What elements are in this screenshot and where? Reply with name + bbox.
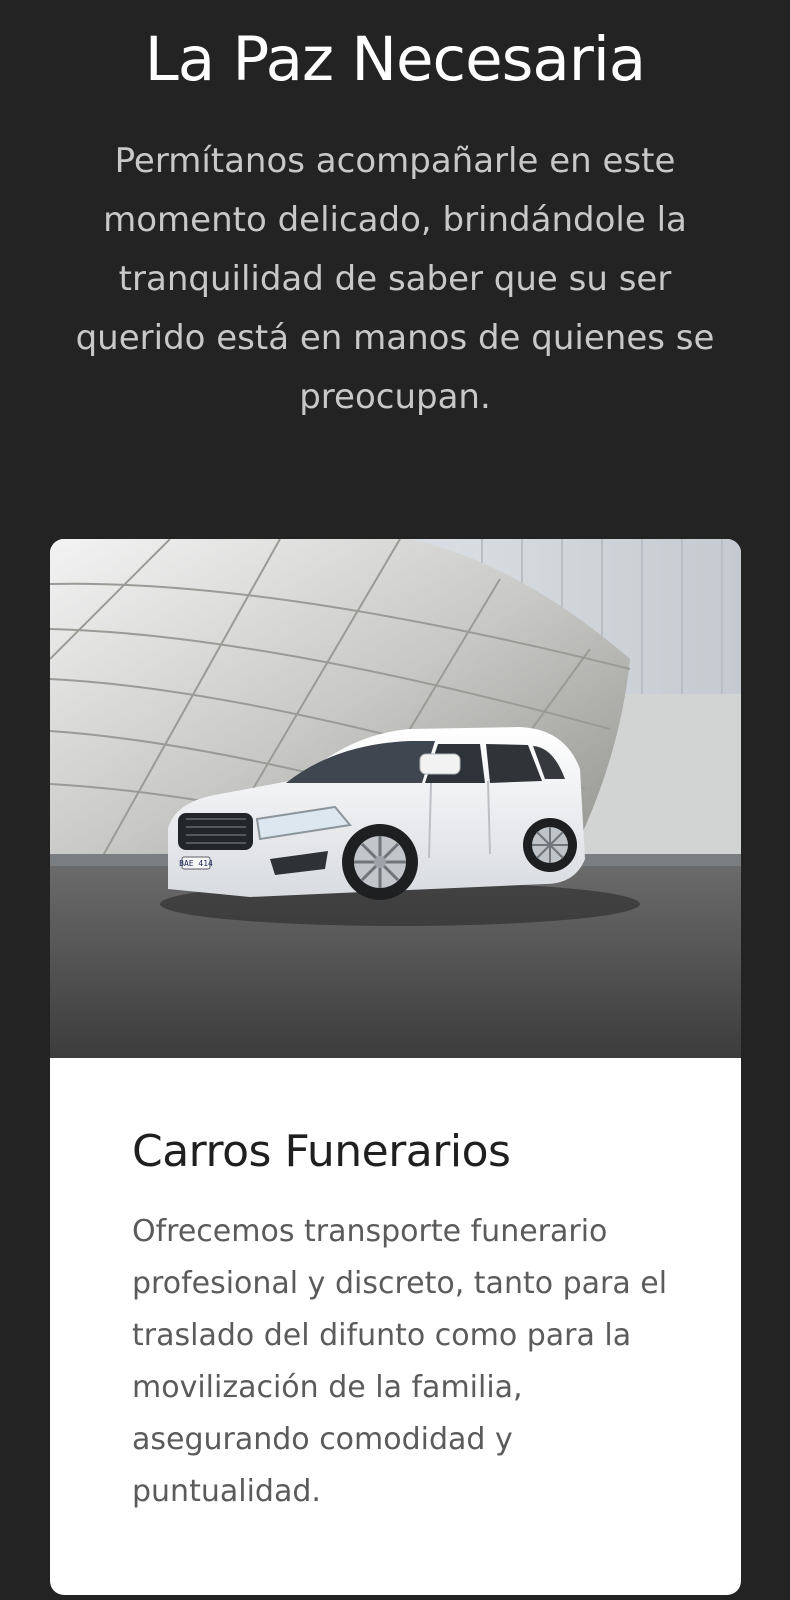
service-card-image: BAE 414 [50, 539, 741, 1058]
service-card-title: Carros Funerarios [132, 1126, 511, 1177]
minivan-photo: BAE 414 [50, 539, 741, 1058]
service-card-body: Carros Funerarios Ofrecemos transporte f… [132, 1124, 692, 1518]
hero-title: La Paz Necesaria [144, 24, 646, 95]
service-card[interactable]: BAE 414 Carros Funerarios Ofrecemos tran… [50, 539, 741, 1595]
service-card-description: Ofrecemos transporte funerario profesion… [132, 1214, 668, 1509]
hero-description: Permítanos acompañarle en este momento d… [75, 141, 715, 417]
license-plate: BAE 414 [179, 859, 213, 868]
page: La Paz Necesaria Permítanos acompañarle … [0, 0, 790, 1600]
